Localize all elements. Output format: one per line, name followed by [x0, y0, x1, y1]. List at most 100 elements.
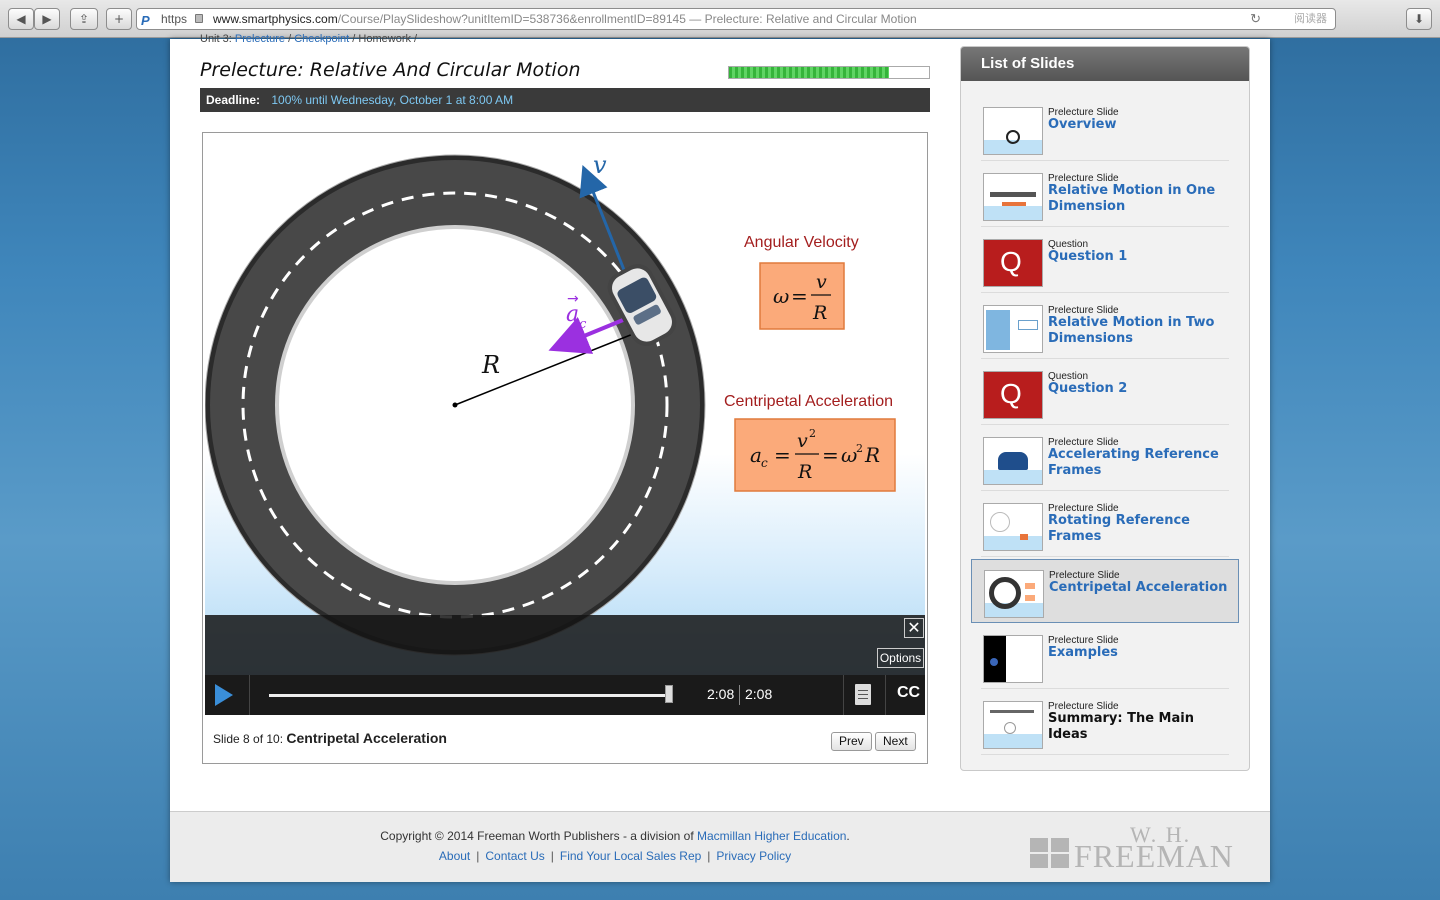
lock-icon: [195, 14, 203, 23]
url-text: www.smartphysics.com/Course/PlaySlidesho…: [213, 12, 917, 26]
svg-text:=: =: [791, 284, 808, 308]
slide-item-title[interactable]: Question 2: [1048, 381, 1233, 397]
wh-freeman-mark-icon: [1030, 838, 1070, 868]
page-title: Prelecture: Relative And Circular Motion: [200, 59, 581, 81]
svg-text:ω: ω: [841, 443, 857, 467]
address-bar[interactable]: P https www.smartphysics.com/Course/Play…: [136, 8, 1336, 30]
prev-button[interactable]: Prev: [831, 732, 872, 751]
slide-item-title[interactable]: Centripetal Acceleration: [1049, 580, 1234, 596]
slide-list-item[interactable]: Prelecture Slide Summary: The Main Ideas: [981, 691, 1229, 755]
svg-text:R: R: [864, 443, 880, 467]
slide-thumbnail: [983, 173, 1043, 221]
svg-text:c: c: [761, 456, 768, 470]
time-separator: [739, 685, 740, 705]
slide-counter: Slide 8 of 10:: [213, 732, 284, 746]
next-button[interactable]: Next: [875, 732, 916, 751]
slide-list-panel: List of Slides Prelecture Slide Overview P…: [960, 46, 1250, 771]
slide-thumbnail: [983, 503, 1043, 551]
slide-list-item[interactable]: Prelecture Slide Rotating Reference Frame…: [981, 493, 1229, 557]
slide-list-item[interactable]: Prelecture Slide Overview: [981, 97, 1229, 161]
slide-item-title[interactable]: Overview: [1048, 117, 1233, 133]
downloads-button[interactable]: ⬇: [1406, 8, 1432, 30]
slide-thumbnail: [984, 570, 1044, 618]
question-thumbnail-icon: [983, 239, 1043, 287]
slide-thumbnail: [983, 701, 1043, 749]
slide-thumbnail: [983, 305, 1043, 353]
player-controls: 2:08 2:08 CC: [205, 675, 925, 715]
slide-thumbnail: [983, 437, 1043, 485]
reload-icon[interactable]: ↻: [1250, 9, 1261, 29]
forward-button[interactable]: ▶: [34, 8, 60, 30]
slide-list-item[interactable]: Prelecture Slide Examples: [981, 625, 1229, 689]
slide-item-title[interactable]: Question 1: [1048, 249, 1233, 265]
macmillan-link[interactable]: Macmillan Higher Education: [697, 829, 846, 843]
slide-item-title[interactable]: Summary: The Main Ideas: [1048, 711, 1233, 743]
slide-thumbnail: [983, 107, 1043, 155]
breadcrumb: Unit 3: Prelecture / Checkpoint / Homewo…: [200, 33, 418, 45]
slide-player: R ac → v Angular Velocity ω = v R Centri…: [202, 132, 928, 764]
angular-velocity-heading: Angular Velocity: [744, 234, 859, 251]
close-overlay-button[interactable]: ✕: [904, 618, 924, 638]
velocity-label: v: [593, 151, 607, 179]
slide-item-title[interactable]: Accelerating Reference Frames: [1048, 447, 1233, 479]
slide-list-heading: List of Slides: [961, 47, 1249, 81]
closed-captions-icon[interactable]: CC: [897, 684, 920, 702]
footer-link-about[interactable]: About: [439, 849, 470, 863]
breadcrumb-prelecture[interactable]: Prelecture: [235, 33, 285, 45]
footer-link-privacy[interactable]: Privacy Policy: [716, 849, 791, 863]
total-time: 2:08: [745, 686, 773, 702]
back-button[interactable]: ◀: [8, 8, 34, 30]
slide-item-title[interactable]: Examples: [1048, 645, 1233, 661]
center-dot: [452, 402, 458, 408]
slide-list-item[interactable]: Prelecture Slide Accelerating Reference F…: [981, 427, 1229, 491]
slide-item-title[interactable]: Rotating Reference Frames: [1048, 513, 1233, 545]
page: Unit 3: Prelecture / Checkpoint / Homewo…: [170, 33, 1270, 882]
deadline-bar: Deadline: 100% until Wednesday, October …: [200, 88, 930, 112]
new-tab-button[interactable]: +: [106, 8, 132, 30]
footer-link-sales-rep[interactable]: Find Your Local Sales Rep: [560, 849, 701, 863]
control-divider: [249, 675, 250, 715]
question-thumbnail-icon: [983, 371, 1043, 419]
seek-handle[interactable]: [665, 685, 673, 703]
footer-links: About | Contact Us | Find Your Local Sales R…: [438, 849, 792, 863]
deadline-label: Deadline:: [206, 93, 261, 107]
svg-text:R: R: [812, 302, 827, 324]
footer: Copyright © 2014 Freeman Worth Publisher…: [170, 811, 1270, 882]
slide-list-item[interactable]: QuestionQuestion 2: [981, 361, 1229, 425]
slide-list-item[interactable]: QuestionQuestion 1: [981, 229, 1229, 293]
current-time: 2:08: [707, 686, 735, 702]
play-icon[interactable]: [215, 684, 233, 706]
radius-label: R: [481, 351, 500, 379]
svg-text:=: =: [774, 443, 791, 467]
breadcrumb-checkpoint[interactable]: Checkpoint: [294, 33, 349, 45]
svg-text:2: 2: [856, 442, 863, 455]
svg-text:2: 2: [809, 427, 816, 440]
footer-link-contact[interactable]: Contact Us: [485, 849, 544, 863]
transcript-document-icon[interactable]: [855, 684, 871, 705]
slide-item-title[interactable]: Relative Motion in Two Dimensions: [1048, 315, 1233, 347]
reader-button[interactable]: 阅读器: [1294, 9, 1327, 29]
copyright: Copyright © 2014 Freeman Worth Publisher…: [380, 829, 850, 843]
svg-text:v: v: [797, 430, 808, 452]
wh-freeman-logo: W. H. FREEMAN: [1030, 822, 1233, 874]
slide-list-item[interactable]: Prelecture Slide Centripetal Acceleration: [971, 559, 1239, 623]
svg-text:ω: ω: [773, 284, 789, 308]
acceleration-vector-arrow-icon: →: [567, 291, 579, 307]
url-protocol: https: [161, 12, 188, 26]
slide-caption-title: Centripetal Acceleration: [286, 730, 447, 746]
site-favicon-icon: P: [141, 13, 150, 28]
seek-bar[interactable]: [269, 694, 671, 697]
slide-list-item[interactable]: Prelecture Slide Relative Motion in Two D…: [981, 295, 1229, 359]
deadline-value: 100% until Wednesday, October 1 at 8:00 …: [271, 93, 514, 107]
slide-item-title[interactable]: Relative Motion in One Dimension: [1048, 183, 1233, 215]
slide-caption: Slide 8 of 10: Centripetal Acceleration: [213, 730, 447, 746]
svg-text:=: =: [822, 443, 839, 467]
slide-canvas: R ac → v Angular Velocity ω = v R Centri…: [205, 135, 925, 715]
slide-thumbnail: [983, 635, 1043, 683]
slide-list-item[interactable]: Prelecture Slide Relative Motion in One D…: [981, 163, 1229, 227]
centripetal-acceleration-heading: Centripetal Acceleration: [724, 393, 893, 410]
options-button[interactable]: Options: [877, 648, 924, 668]
control-divider: [843, 675, 844, 715]
share-button[interactable]: ⇪: [70, 8, 98, 30]
svg-text:R: R: [797, 461, 812, 483]
